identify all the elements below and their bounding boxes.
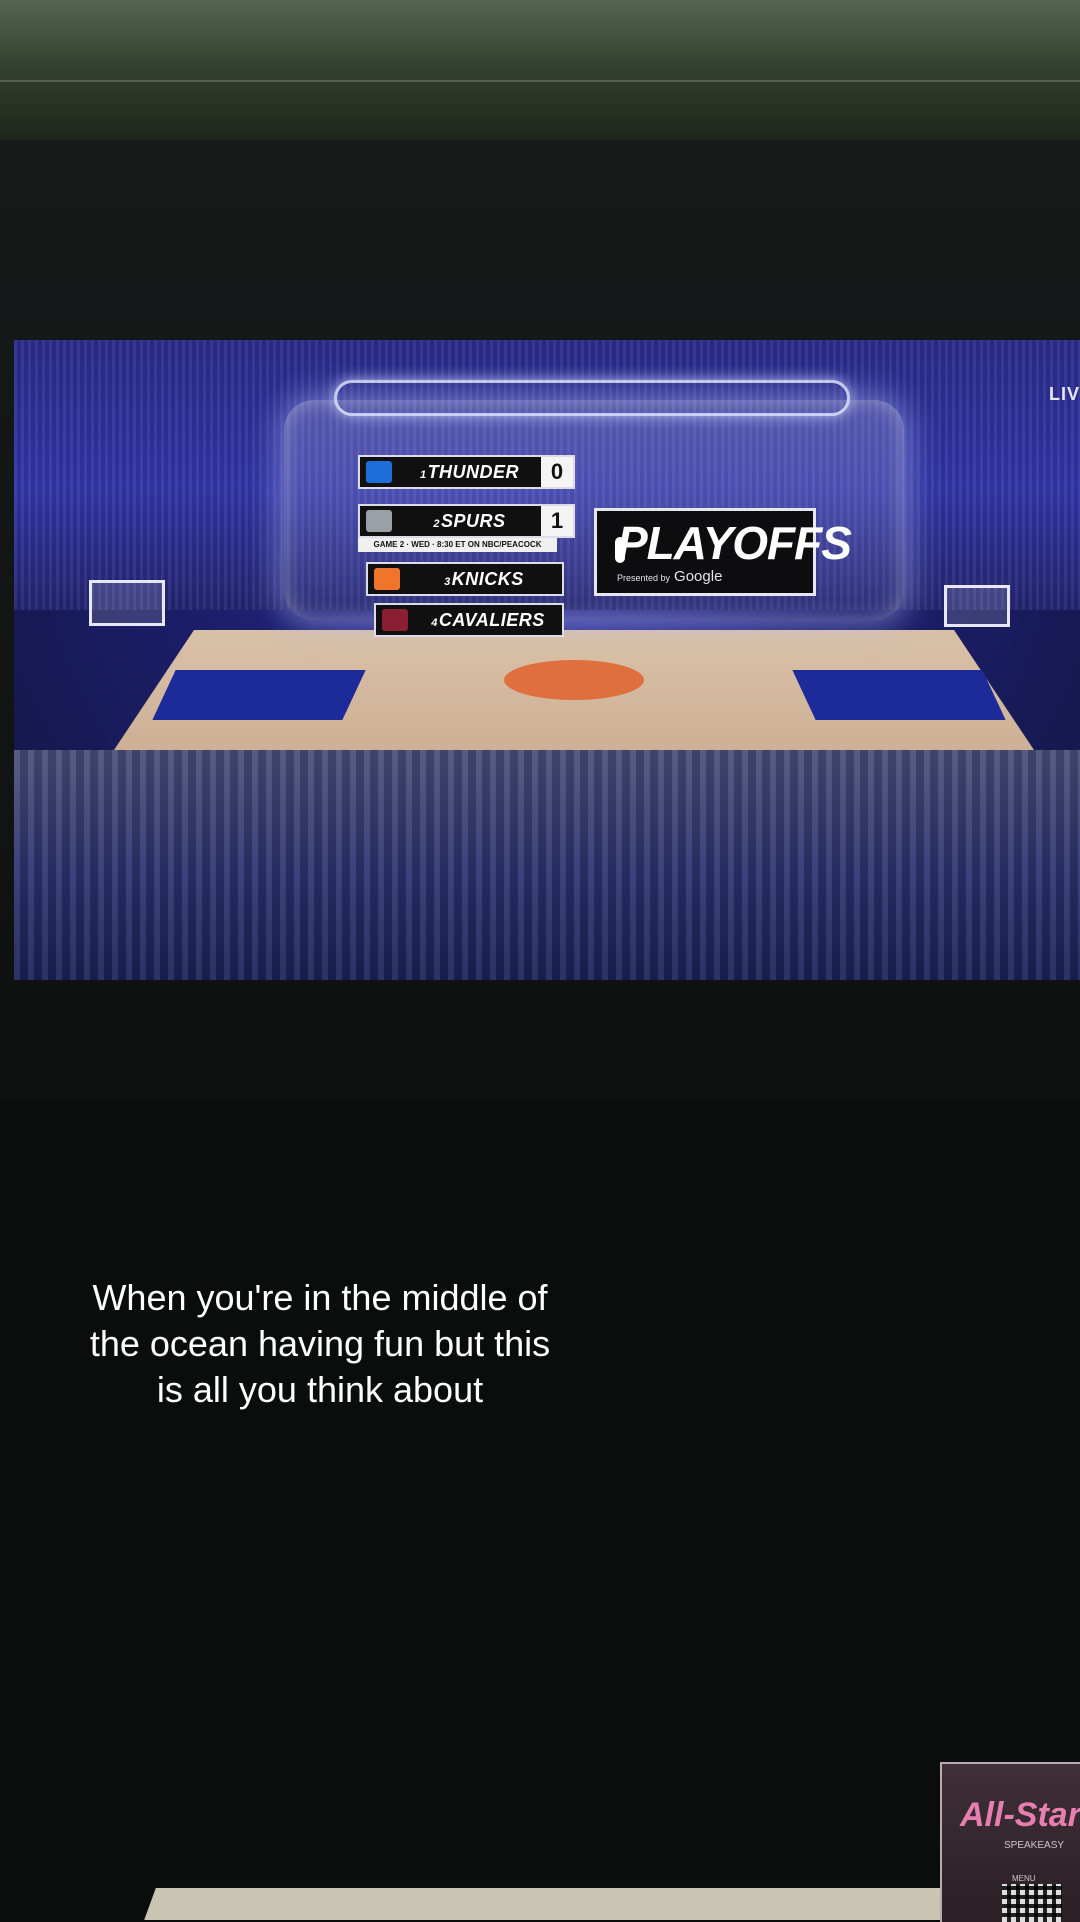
spurs-logo-icon bbox=[366, 510, 392, 532]
card-label: MENU bbox=[1012, 1874, 1036, 1883]
caption-line: the ocean having fun but this bbox=[89, 1323, 551, 1364]
playoffs-title: PLAYOFFS bbox=[617, 516, 852, 569]
seed-number: 3 bbox=[444, 575, 451, 588]
wall-edge bbox=[0, 80, 1080, 82]
standings-row: 4CAVALIERS bbox=[374, 603, 564, 637]
series-score: 0 bbox=[541, 457, 573, 487]
team-name: SPURS bbox=[441, 510, 506, 531]
qr-code-icon bbox=[1002, 1884, 1062, 1922]
knicks-logo-icon bbox=[374, 568, 400, 590]
standings-row: 1THUNDER 0 bbox=[358, 455, 575, 489]
standings-row: 2SPURS 1 bbox=[358, 504, 575, 538]
scoreboard-arch bbox=[334, 380, 850, 416]
tv-screen: LIV 1THUNDER 0 2SPURS 1 GAME 2 · WED · 8… bbox=[14, 340, 1080, 980]
team-name: CAVALIERS bbox=[438, 609, 545, 630]
seed-number: 1 bbox=[419, 468, 427, 481]
team-name: THUNDER bbox=[427, 461, 520, 482]
paint-right bbox=[792, 670, 1006, 720]
card-subtitle: SPEAKEASY bbox=[1004, 1840, 1065, 1851]
backboard-left bbox=[89, 580, 165, 626]
presented-by: Presented by bbox=[617, 572, 671, 583]
caption-line: is all you think about bbox=[156, 1369, 484, 1410]
standings-row: 3KNICKS bbox=[366, 562, 564, 596]
live-label: LIV bbox=[1048, 384, 1080, 404]
team-name: KNICKS bbox=[451, 568, 524, 589]
thunder-logo-icon bbox=[366, 461, 392, 483]
wall bbox=[0, 0, 1080, 150]
sponsor-name: Google bbox=[674, 567, 723, 585]
sponsor-line: Presented by Google bbox=[617, 568, 851, 585]
video-caption: When you're in the middle of the ocean h… bbox=[40, 1275, 600, 1413]
crowd-courtside bbox=[14, 750, 1080, 980]
paint-left bbox=[152, 670, 366, 720]
playoffs-logo-panel: PLAYOFFS Presented by Google bbox=[594, 508, 852, 596]
series-score: 1 bbox=[541, 506, 573, 536]
seed-number: 2 bbox=[433, 517, 441, 530]
menu-card: All-Star SPEAKEASY MENU bbox=[940, 1762, 1080, 1922]
center-court-logo bbox=[504, 660, 644, 700]
seed-number: 4 bbox=[431, 616, 438, 629]
backboard-right bbox=[944, 585, 1010, 627]
caption-line: When you're in the middle of bbox=[92, 1277, 548, 1318]
cavaliers-logo-icon bbox=[382, 609, 408, 631]
game-note: GAME 2 · WED · 8:30 ET ON NBC/PEACOCK bbox=[358, 538, 557, 552]
card-title: All-Star bbox=[960, 1796, 1080, 1834]
